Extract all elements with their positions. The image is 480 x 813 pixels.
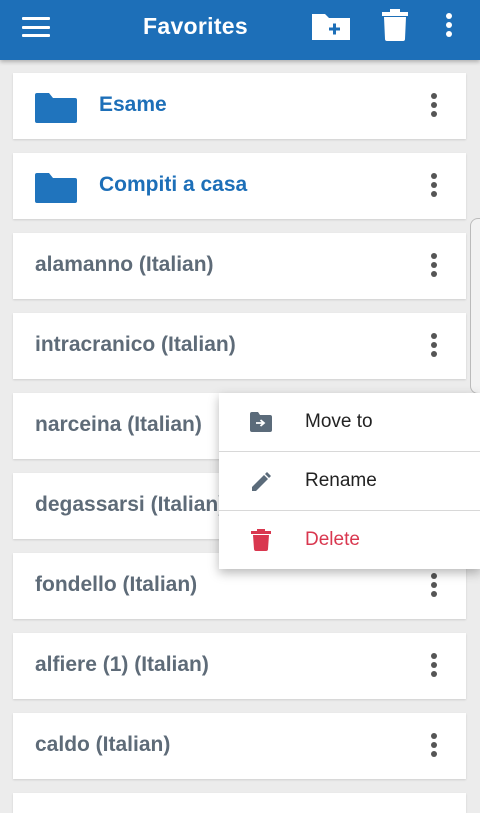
trash-icon [251, 529, 271, 551]
folder-label: Compiti a casa [99, 173, 248, 196]
move-to-menu-item[interactable]: Move to [219, 393, 480, 451]
delete-menu-item[interactable]: Delete [219, 511, 480, 569]
hamburger-menu-icon[interactable] [22, 16, 50, 38]
word-row[interactable]: alamanno (Italian) [13, 233, 466, 299]
pencil-icon [252, 472, 271, 491]
word-label: alamanno (Italian) [35, 253, 214, 276]
folder-label: Esame [99, 93, 167, 116]
word-label: caldo (Italian) [35, 733, 171, 756]
more-vert-icon[interactable] [430, 573, 438, 599]
word-row[interactable]: intracranico (Italian) [13, 313, 466, 379]
folder-row-esame[interactable]: Esame [13, 73, 466, 139]
page-title: Favorites [143, 13, 248, 39]
app-bar: Favorites [0, 0, 480, 60]
word-label: alfiere (1) (Italian) [35, 653, 209, 676]
more-vert-icon[interactable] [442, 12, 456, 38]
more-vert-icon[interactable] [430, 653, 438, 679]
menu-item-label: Rename [305, 470, 377, 491]
move-to-folder-icon [250, 412, 272, 432]
word-label: narceina (Italian) [35, 413, 202, 436]
word-row[interactable]: alfiere (1) (Italian) [13, 633, 466, 699]
menu-item-label: Delete [305, 529, 360, 550]
more-vert-icon[interactable] [430, 333, 438, 359]
list-item-partial [13, 793, 466, 813]
scroll-handle[interactable] [470, 218, 480, 394]
more-vert-icon[interactable] [430, 253, 438, 279]
rename-menu-item[interactable]: Rename [219, 452, 480, 510]
word-label: degassarsi (Italian) [35, 493, 226, 516]
new-folder-icon[interactable] [310, 10, 352, 42]
folder-row-compiti-a-casa[interactable]: Compiti a casa [13, 153, 466, 219]
word-label: intracranico (Italian) [35, 333, 236, 356]
menu-item-label: Move to [305, 411, 373, 432]
folder-icon [35, 93, 77, 123]
word-row[interactable]: caldo (Italian) [13, 713, 466, 779]
more-vert-icon[interactable] [430, 93, 438, 119]
more-vert-icon[interactable] [430, 733, 438, 759]
context-menu: Move to Rename Delete [219, 393, 480, 569]
folder-icon [35, 173, 77, 203]
trash-icon[interactable] [380, 8, 410, 42]
more-vert-icon[interactable] [430, 173, 438, 199]
word-label: fondello (Italian) [35, 573, 198, 596]
